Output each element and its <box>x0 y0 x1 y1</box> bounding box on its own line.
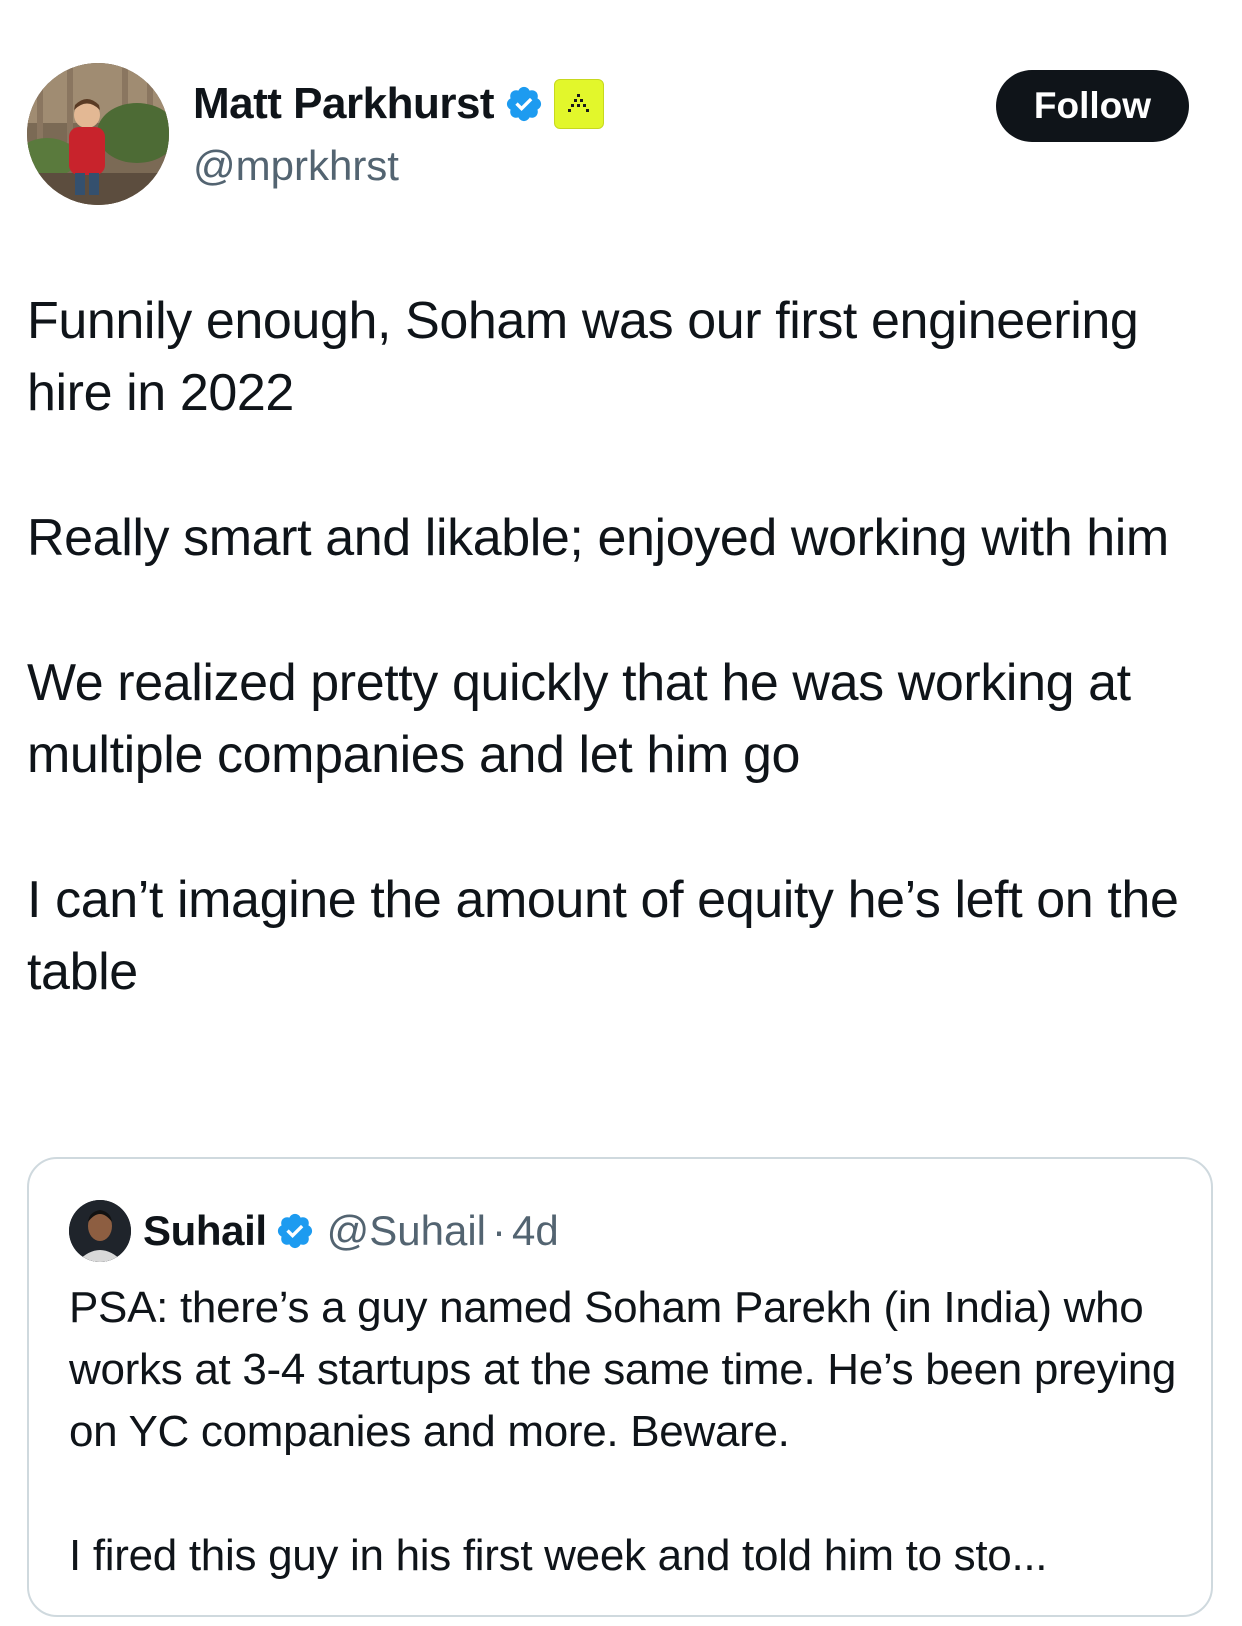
quoted-paragraph: PSA: there’s a guy named Soham Parekh (i… <box>69 1283 1189 1456</box>
tweet-paragraph: Really smart and likable; enjoyed workin… <box>27 509 1169 567</box>
tweet-paragraph: I can’t imagine the amount of equity he’… <box>27 871 1193 1001</box>
separator-dot: · <box>492 1207 507 1254</box>
quoted-tweet-card[interactable]: Suhail @Suhail · 4d PSA: there’s a guy n… <box>27 1157 1213 1617</box>
tweet-text: Funnily enough, Soham was our first engi… <box>27 285 1222 1081</box>
verified-badge-icon[interactable] <box>504 84 544 124</box>
follow-button[interactable]: Follow <box>996 70 1189 142</box>
author-handle[interactable]: @mprkhrst <box>193 138 399 194</box>
quoted-avatar-photo-icon <box>69 1200 131 1262</box>
tweet-paragraph: We realized pretty quickly that he was w… <box>27 654 1145 784</box>
quoted-author-handle[interactable]: @Suhail <box>327 1207 486 1255</box>
avatar-photo-icon <box>27 63 169 205</box>
author-avatar[interactable] <box>27 63 169 205</box>
quoted-verified-badge-icon <box>277 1213 312 1249</box>
affiliate-logo-icon[interactable] <box>554 79 605 129</box>
quoted-author-avatar[interactable] <box>69 1200 131 1262</box>
quoted-tweet-text: PSA: there’s a guy named Soham Parekh (i… <box>69 1277 1189 1615</box>
quoted-timestamp[interactable]: 4d <box>512 1207 559 1255</box>
author-name-row: Matt Parkhurst <box>193 76 605 132</box>
quoted-tweet-header: Suhail @Suhail · 4d <box>69 1199 559 1263</box>
affiliate-glyph-icon <box>568 94 590 112</box>
quoted-paragraph: I fired this guy in his first week and t… <box>69 1531 1048 1580</box>
quoted-author-name[interactable]: Suhail <box>143 1207 267 1255</box>
author-display-name[interactable]: Matt Parkhurst <box>193 76 495 132</box>
tweet-paragraph: Funnily enough, Soham was our first engi… <box>27 292 1153 422</box>
